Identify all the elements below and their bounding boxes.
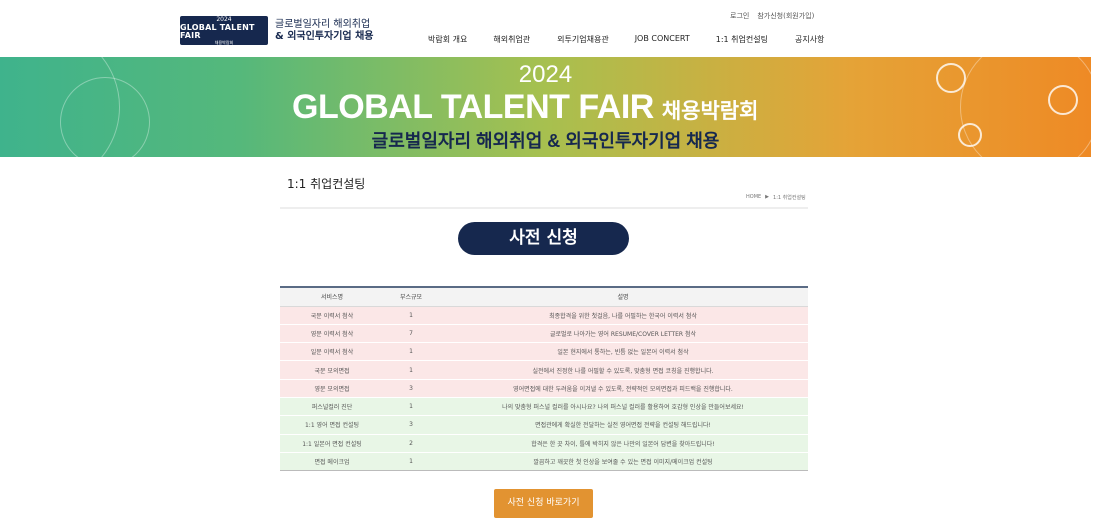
site-header: 2024 GLOBAL TALENT FAIR 채용박람회 글로벌일자리 해외취… [0,0,1096,57]
booth-size-cell: 1 [384,342,438,362]
booth-size-cell: 1 [384,452,438,472]
nav-item-foreign-companies[interactable]: 외투기업채용관 [557,34,609,45]
logo-text: 글로벌일자리 해외취업 & 외국인투자기업 채용 [275,19,373,43]
table-row: 영문 이력서 첨삭 7 글로벌로 나아가는 영어 RESUME/COVER LETT… [280,324,808,344]
logo-line-2: & 외국인투자기업 채용 [275,30,374,42]
table-row: 퍼스널컬러 진단 1 나의 맞춤형 퍼스널 컬러를 아시나요? 나의 퍼스널 컬러를… [280,397,808,417]
table-row: 국문 이력서 첨삭 1 최종합격을 위한 첫걸음, 나를 어필하는 한국어 이력서 … [280,306,808,325]
booth-size-cell: 2 [384,434,438,453]
hero-banner: 2024 GLOBAL TALENT FAIR 채용박람회 글로벌일자리 해외취업… [0,57,1091,157]
breadcrumb: HOME ▶ 1:1 취업컨설팅 [746,194,806,201]
nav-item-overview[interactable]: 박람회 개요 [428,34,467,45]
service-name-cell: 영문 모의면접 [280,379,384,398]
logo-badge: 2024 GLOBAL TALENT FAIR 채용박람회 [180,16,268,45]
booth-size-cell: 1 [384,360,438,380]
banner-title-main: GLOBAL TALENT FAIR [292,88,654,126]
table-row: 1:1 영어 면접 컨설팅 3 면접관에게 확실한 전달하는 실전 영어면접 전략을… [280,415,808,435]
nav-item-job-concert[interactable]: JOB CONCERT [635,34,690,45]
service-name-cell: 국문 모의면접 [280,360,384,380]
description-cell: 최종합격을 위한 첫걸음, 나를 어필하는 한국어 이력서 첨삭 [438,306,808,325]
table-row: 일문 이력서 첨삭 1 일본 현지에서 통하는, 빈틈 없는 일본어 이력서 첨삭 [280,342,808,362]
column-header-description: 설명 [438,286,808,307]
column-header-service: 서비스명 [280,286,384,307]
main-nav: 박람회 개요 해외취업관 외투기업채용관 JOB CONCERT 1:1 취업컨… [428,34,824,45]
logo-line-1: 글로벌일자리 해외취업 [275,18,371,30]
table-row: 국문 모의면접 1 실전에서 진정한 나를 어필할 수 있도록, 맞춤형 면접 코칭… [280,360,808,380]
service-name-cell: 영문 이력서 첨삭 [280,324,384,344]
service-name-cell: 1:1 일본어 면접 컨설팅 [280,434,384,453]
nav-item-notice[interactable]: 공지사항 [795,34,824,45]
breadcrumb-home[interactable]: HOME [746,194,761,201]
service-name-cell: 1:1 영어 면접 컨설팅 [280,415,384,435]
table-header-row: 서비스명 부스규모 설명 [280,286,808,307]
service-name-cell: 국문 이력서 첨삭 [280,306,384,325]
login-link[interactable]: 로그인 [730,11,749,21]
breadcrumb-separator-icon: ▶ [765,194,770,200]
description-cell: 글로벌로 나아가는 영어 RESUME/COVER LETTER 첨삭 [438,324,808,344]
banner-subtitle: 글로벌일자리 해외취업 & 외국인투자기업 채용 [371,131,720,151]
description-cell: 면접관에게 확실한 전달하는 실전 영어면접 전략을 컨설팅 해드립니다! [438,415,808,435]
service-table: 서비스명 부스규모 설명 국문 이력서 첨삭 1 최종합격을 위한 첫걸음, 나를 … [280,286,808,472]
page-title: 1:1 취업컨설팅 [287,177,366,191]
title-divider [280,207,808,209]
table-row: 면접 메이크업 1 깔끔하고 깨끗한 첫 인상을 보여줄 수 있는 면접 이미지/메… [280,452,808,472]
description-cell: 영어면접에 대한 두려움을 이겨낼 수 있도록, 전략적인 모의면접과 피드백을… [438,379,808,398]
nav-item-consulting[interactable]: 1:1 취업컨설팅 [716,34,768,45]
booth-size-cell: 3 [384,415,438,435]
pre-registration-heading: 사전 신청 [458,222,629,255]
top-links: 로그인 참가신청(회원가입) [730,11,814,21]
column-header-booth-size: 부스규모 [384,286,438,307]
banner-title: GLOBAL TALENT FAIR 채용박람회 [292,88,852,127]
site-logo[interactable]: 2024 GLOBAL TALENT FAIR 채용박람회 글로벌일자리 해외취… [180,16,373,45]
table-row: 영문 모의면접 3 영어면접에 대한 두려움을 이겨낼 수 있도록, 전략적인 모의… [280,379,808,398]
description-cell: 깔끔하고 깨끗한 첫 인상을 보여줄 수 있는 면접 이미지/메이크업 컨설팅 [438,452,808,472]
description-cell: 실전에서 진정한 나를 어필할 수 있도록, 맞춤형 면접 코칭을 진행합니다. [438,360,808,380]
description-cell: 나의 맞춤형 퍼스널 컬러를 아시나요? 나의 퍼스널 컬러를 활용하여 호감형… [438,397,808,417]
booth-size-cell: 1 [384,306,438,325]
globe-icon [1048,85,1078,115]
service-name-cell: 일문 이력서 첨삭 [280,342,384,362]
logo-year: 2024 [216,15,232,23]
service-name-cell: 퍼스널컬러 진단 [280,397,384,417]
booth-size-cell: 7 [384,324,438,344]
nav-item-overseas[interactable]: 해외취업관 [493,34,530,45]
description-cell: 합격은 한 끗 차이, 틀에 박히지 않은 나만의 일본어 답변을 찾아드립니다… [438,434,808,453]
breadcrumb-current: 1:1 취업컨설팅 [773,195,806,201]
banner-year: 2024 [518,61,573,88]
logo-small: 채용박람회 [214,39,234,45]
banner-title-suffix: 채용박람회 [661,100,759,123]
logo-title: GLOBAL TALENT FAIR [180,22,255,40]
signup-link[interactable]: 참가신청(회원가입) [757,11,814,21]
pre-registration-button[interactable]: 사전 신청 바로가기 [494,489,593,518]
service-name-cell: 면접 메이크업 [280,452,384,472]
booth-size-cell: 1 [384,397,438,417]
booth-size-cell: 3 [384,379,438,398]
description-cell: 일본 현지에서 통하는, 빈틈 없는 일본어 이력서 첨삭 [438,342,808,362]
table-row: 1:1 일본어 면접 컨설팅 2 합격은 한 끗 차이, 틀에 박히지 않은 나만의… [280,434,808,453]
